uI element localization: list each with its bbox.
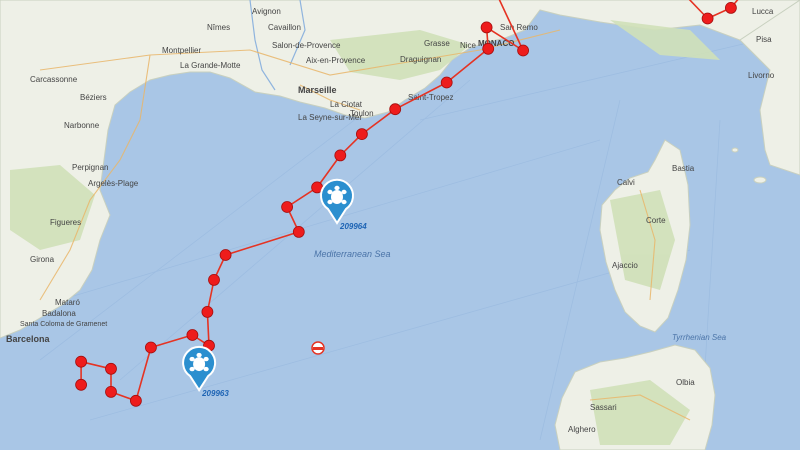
- place-label: Perpignan: [72, 163, 108, 172]
- place-label: Olbia: [676, 378, 695, 387]
- place-label: Bastia: [672, 164, 695, 173]
- track-point[interactable]: [482, 42, 495, 55]
- track-point[interactable]: [389, 103, 402, 116]
- track-point[interactable]: [334, 149, 347, 162]
- track-point[interactable]: [105, 385, 117, 398]
- track-point[interactable]: [480, 21, 493, 34]
- place-label: Alghero: [568, 425, 596, 434]
- place-label: Pisa: [756, 35, 772, 44]
- place-label: Ajaccio: [612, 261, 638, 270]
- place-label: Aix-en-Provence: [306, 56, 366, 65]
- map-canvas[interactable]: Montpellier Nîmes Avignon Cavaillon Salo…: [0, 0, 800, 450]
- track-point[interactable]: [701, 12, 714, 25]
- place-label: San Remo: [500, 23, 538, 32]
- place-label: Santa Coloma de Gramenet: [20, 321, 107, 328]
- track-point[interactable]: [186, 329, 199, 341]
- island-capraia: [731, 147, 739, 153]
- place-label: Montpellier: [162, 46, 201, 55]
- place-label: Argelès-Plage: [88, 179, 139, 188]
- track-point[interactable]: [75, 378, 87, 391]
- place-label: Sassari: [590, 403, 617, 412]
- place-label: Marseille: [298, 85, 337, 95]
- track-point[interactable]: [208, 273, 220, 286]
- place-label: Nîmes: [207, 23, 230, 32]
- place-label: La Seyne-sur-Mer: [298, 113, 362, 122]
- place-label: Calvi: [617, 178, 635, 187]
- place-label: Nice: [460, 41, 477, 50]
- place-label: La Ciotat: [330, 100, 363, 109]
- place-label: Barcelona: [6, 334, 51, 344]
- track-point[interactable]: [281, 201, 294, 213]
- place-label: Figueres: [50, 218, 81, 227]
- place-label: Cavaillon: [268, 23, 301, 32]
- place-label: Saint-Tropez: [408, 93, 454, 102]
- tracker-id-label: 209963: [201, 389, 229, 398]
- track-point[interactable]: [75, 355, 87, 368]
- track-point[interactable]: [201, 305, 214, 318]
- track-point[interactable]: [129, 394, 142, 407]
- place-label: Livorno: [748, 71, 775, 80]
- place-label: Carcassonne: [30, 75, 78, 84]
- sea-label-mediterranean: Mediterranean Sea: [314, 249, 391, 259]
- track-point[interactable]: [105, 362, 117, 375]
- map-view[interactable]: Montpellier Nîmes Avignon Cavaillon Salo…: [0, 0, 800, 450]
- place-label: Badalona: [42, 309, 76, 318]
- place-label: Grasse: [424, 39, 450, 48]
- place-label: Avignon: [252, 7, 281, 16]
- track-point[interactable]: [355, 128, 368, 141]
- island-elba: [753, 176, 767, 184]
- place-label: Corte: [646, 216, 666, 225]
- tracker-id-label: 209964: [339, 222, 367, 231]
- track-point[interactable]: [292, 225, 305, 238]
- place-label: Salon-de-Provence: [272, 41, 341, 50]
- place-label: Béziers: [80, 93, 107, 102]
- place-label: Lucca: [752, 7, 774, 16]
- track-point[interactable]: [440, 76, 453, 89]
- track-point[interactable]: [144, 341, 157, 354]
- place-label: Mataró: [55, 298, 80, 307]
- track-point[interactable]: [725, 2, 737, 14]
- place-label: Draguignan: [400, 55, 441, 64]
- track-end-badge: [311, 341, 325, 355]
- track-point[interactable]: [517, 44, 529, 57]
- place-label: Girona: [30, 255, 55, 264]
- track-point[interactable]: [219, 249, 232, 261]
- place-label: La Grande-Motte: [180, 61, 241, 70]
- place-label: Narbonne: [64, 121, 100, 130]
- sea-label-tyrrhenian: Tyrrhenian Sea: [672, 333, 727, 342]
